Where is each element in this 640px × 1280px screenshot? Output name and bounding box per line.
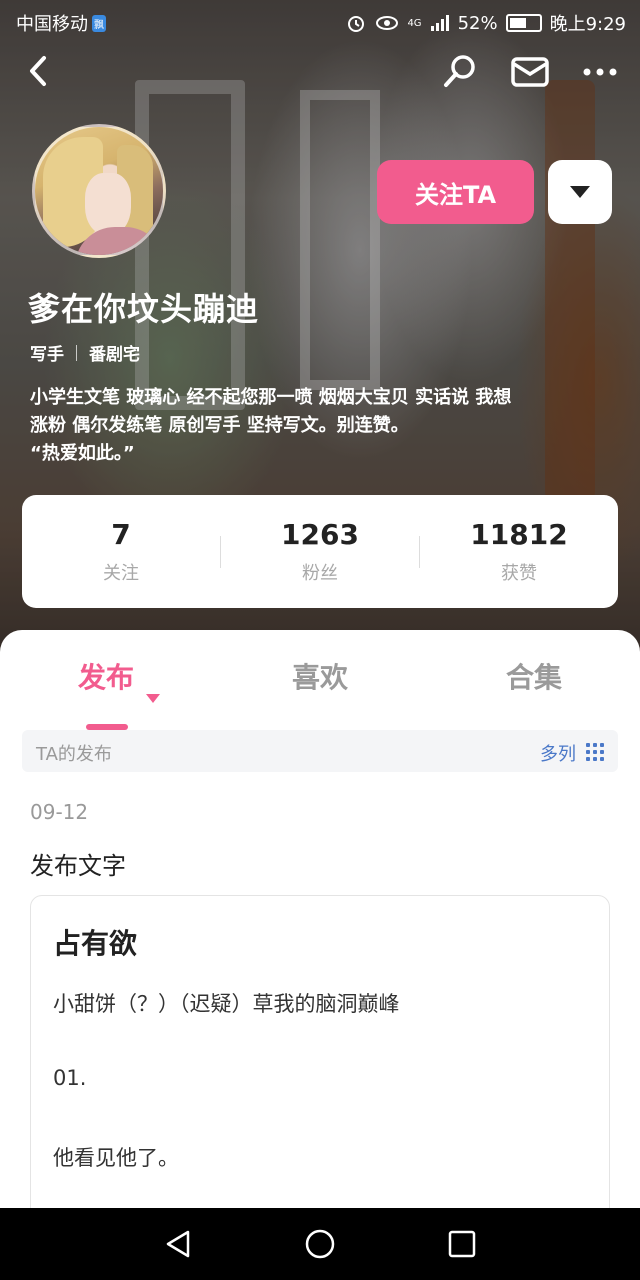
post-date: 09-12 <box>30 800 89 824</box>
signal-icon <box>430 15 449 31</box>
bio: 小学生文笔 玻璃心 经不起您那一喷 烟烟大宝贝 实话说 我想 涨粉 偶尔发练笔 … <box>30 384 614 468</box>
post-card-line: 他看见他了。 <box>53 1146 179 1170</box>
tab-collections[interactable]: 合集 <box>506 656 562 696</box>
more-icon[interactable] <box>580 52 620 92</box>
avatar[interactable] <box>32 124 166 258</box>
battery-icon <box>505 14 542 32</box>
tag: 番剧宅 <box>89 345 140 365</box>
follow-label: 关注TA <box>414 180 497 209</box>
layout-toggle-label[interactable]: 多列 <box>540 740 576 766</box>
bio-line: 小学生文笔 玻璃心 经不起您那一喷 烟烟大宝贝 实话说 我想 <box>30 387 512 408</box>
back-icon[interactable] <box>24 54 52 88</box>
tab-bar: 发布 喜欢 合集 <box>0 654 640 730</box>
follow-options-button[interactable] <box>548 160 612 224</box>
system-navigation-bar <box>0 1208 640 1280</box>
stat-label: 获赞 <box>501 563 537 584</box>
post-card-line: 01. <box>53 1066 87 1090</box>
stat-likes[interactable]: 11812 获赞 <box>420 518 618 585</box>
nav-recents-icon[interactable] <box>448 1230 476 1258</box>
eye-icon <box>376 16 399 30</box>
avatar-face <box>85 173 131 235</box>
profile-tags: 写手 番剧宅 <box>30 340 140 365</box>
stat-following[interactable]: 7 关注 <box>22 518 220 585</box>
tag-separator <box>76 344 77 361</box>
content-sheet: 发布 喜欢 合集 TA的发布 多列 09-12 发布文字 占有欲 小甜饼（？）（… <box>0 630 640 1235</box>
stat-fans[interactable]: 1263 粉丝 <box>221 518 419 585</box>
nav-home-icon[interactable] <box>304 1228 336 1260</box>
stat-value: 1263 <box>281 518 359 551</box>
posts-subbar: TA的发布 多列 <box>22 730 618 772</box>
carrier: 中国移动飘 <box>16 10 106 36</box>
clock: 晚上9:29 <box>549 14 626 35</box>
stats-card: 7 关注 1263 粉丝 11812 获赞 <box>22 495 618 608</box>
username: 爹在你坟头蹦迪 <box>28 290 260 328</box>
mail-icon[interactable] <box>510 52 550 92</box>
tab-dropdown-icon[interactable] <box>146 694 160 703</box>
post-card[interactable]: 占有欲 小甜饼（？）（迟疑）草我的脑洞巅峰 01. 他看见他了。 <box>30 895 610 1235</box>
post-card-title: 占有欲 <box>53 927 138 960</box>
stat-value: 7 <box>111 518 131 551</box>
nav-back-icon[interactable] <box>162 1228 194 1260</box>
grid-icon[interactable] <box>586 743 604 761</box>
stat-label: 粉丝 <box>302 563 338 584</box>
caret-down-icon <box>570 186 590 198</box>
posts-section-label: TA的发布 <box>36 744 112 765</box>
search-icon[interactable] <box>440 52 480 92</box>
follow-button[interactable]: 关注TA <box>377 160 534 224</box>
bio-line: 涨粉 偶尔发练笔 原创写手 坚持写文。别连赞。 <box>30 415 409 436</box>
stat-value: 11812 <box>470 518 568 551</box>
tab-likes[interactable]: 喜欢 <box>292 656 348 696</box>
post-card-line: 小甜饼（？）（迟疑）草我的脑洞巅峰 <box>53 992 400 1016</box>
carrier-name: 中国移动 <box>16 14 88 35</box>
post-type-label: 发布文字 <box>30 852 126 880</box>
status-bar: 中国移动飘 4G 52% 晚上9:29 <box>0 0 640 42</box>
battery-percent: 52% <box>457 12 498 34</box>
tab-posts[interactable]: 发布 <box>78 656 134 696</box>
alarm-icon <box>348 16 365 32</box>
network-type: 4G <box>407 17 422 29</box>
stat-label: 关注 <box>103 563 139 584</box>
bio-line: “热爱如此。” <box>30 443 135 464</box>
carrier-badge: 飘 <box>92 15 106 32</box>
status-right: 4G 52% 晚上9:29 <box>345 10 626 36</box>
tag: 写手 <box>30 345 64 365</box>
